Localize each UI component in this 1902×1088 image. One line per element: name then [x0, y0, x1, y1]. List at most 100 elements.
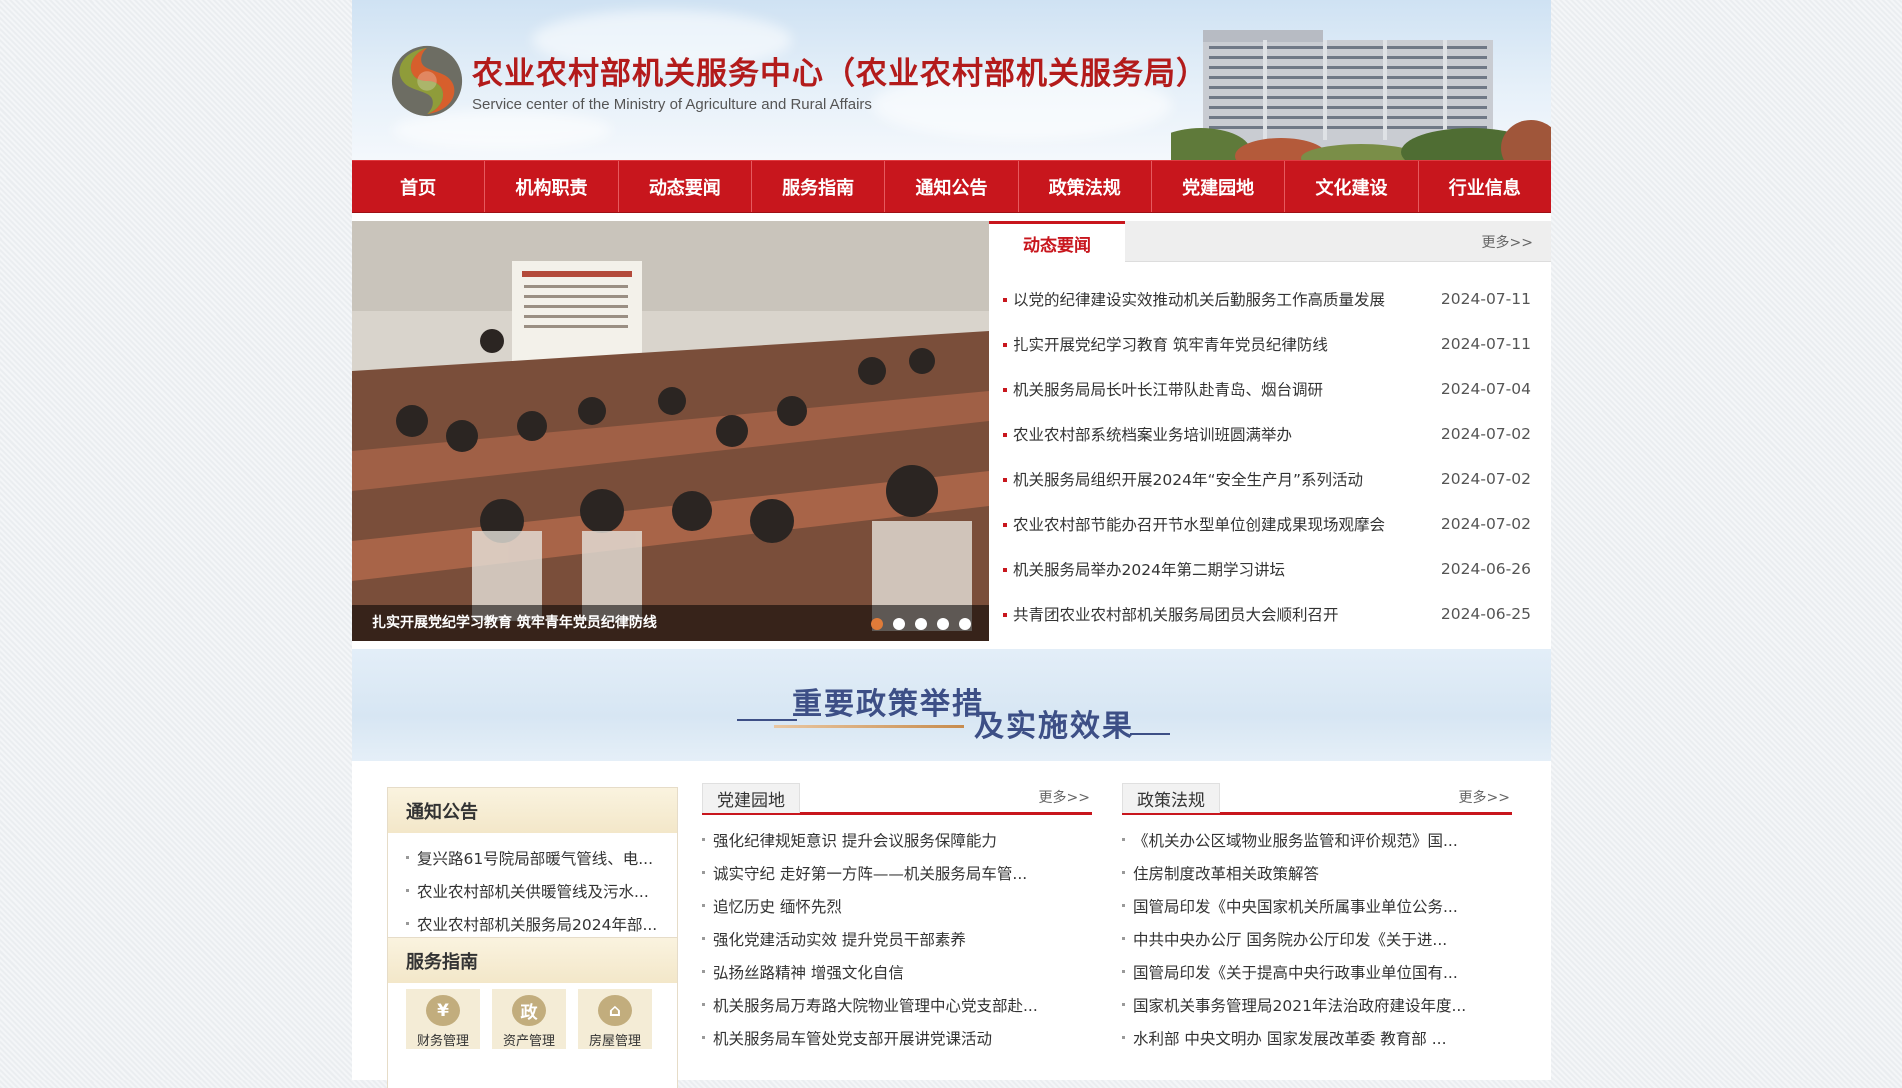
news-title-link[interactable]: 农业农村部系统档案业务培训班圆满举办: [1003, 423, 1292, 445]
slider-dots: [871, 618, 971, 630]
policy-more-link[interactable]: 更多>>: [1459, 787, 1510, 807]
news-header: 动态要闻 更多>>: [989, 221, 1551, 262]
site-subtitle: Service center of the Ministry of Agricu…: [472, 96, 872, 113]
news-item: 扎实开展党纪学习教育 筑牢青年党员纪律防线 2024-07-11: [1003, 321, 1531, 366]
service-label: 资产管理: [502, 1034, 555, 1049]
party-column: 党建园地 更多>> 强化纪律规矩意识 提升会议服务保障能力 诚实守纪 走好第一方阵…: [702, 781, 1092, 1054]
news-item: 以党的纪律建设实效推动机关后勤服务工作高质量发展 2024-07-11: [1003, 276, 1531, 321]
nav-item-industry[interactable]: 行业信息: [1419, 161, 1551, 212]
slider-dot[interactable]: [893, 618, 905, 630]
site-header: 农业农村部机关服务中心（农业农村部机关服务局） Service center o…: [352, 0, 1551, 160]
news-item: 机关服务局举办2024年第二期学习讲坛 2024-06-26: [1003, 546, 1531, 591]
photo-slider[interactable]: 扎实开展党纪学习教育 筑牢青年党员纪律防线: [352, 221, 989, 641]
policy-item-link[interactable]: 水利部 中央文明办 国家发展改革委 教育部 ...: [1122, 1021, 1512, 1054]
news-title-link[interactable]: 机关服务局局长叶长江带队赴青岛、烟台调研: [1003, 378, 1323, 400]
site-title: 农业农村部机关服务中心（农业农村部机关服务局）: [472, 56, 1208, 92]
banner-title-2: 及实施效果: [974, 709, 1134, 744]
service-item[interactable]: ¥ 财务管理: [406, 989, 480, 1049]
news-title-link[interactable]: 机关服务局举办2024年第二期学习讲坛: [1003, 558, 1285, 580]
house-icon: ⌂: [598, 995, 632, 1026]
banner-rule-left: [737, 719, 797, 721]
news-title-link[interactable]: 扎实开展党纪学习教育 筑牢青年党员纪律防线: [1003, 333, 1328, 355]
nav-item-news[interactable]: 动态要闻: [619, 161, 752, 212]
party-item-link[interactable]: 强化纪律规矩意识 提升会议服务保障能力: [702, 823, 1092, 856]
nav-item-culture[interactable]: 文化建设: [1285, 161, 1419, 212]
policy-banner[interactable]: 重要政策举措 及实施效果: [352, 649, 1551, 761]
notice-item-link[interactable]: 农业农村部机关供暖管线及污水...: [406, 874, 663, 907]
news-item: 农业农村部系统档案业务培训班圆满举办 2024-07-02: [1003, 411, 1531, 456]
policy-item-link[interactable]: 中共中央办公厅 国务院办公厅印发《关于进...: [1122, 922, 1512, 955]
banner-accent: [774, 725, 964, 728]
yen-icon: ¥: [426, 995, 460, 1026]
news-date: 2024-07-02: [1440, 514, 1531, 533]
news-item: 机关服务局组织开展2024年“安全生产月”系列活动 2024-07-02: [1003, 456, 1531, 501]
service-list: ¥ 财务管理 政资产管理 ⌂ 房屋管理: [388, 983, 677, 1049]
notice-title: 通知公告: [388, 788, 677, 833]
news-title-link[interactable]: 共青团农业农村部机关服务局团员大会顺利召开: [1003, 603, 1339, 625]
nav-item-home[interactable]: 首页: [352, 161, 486, 212]
party-item-link[interactable]: 追忆历史 缅怀先烈: [702, 889, 1092, 922]
service-item[interactable]: 政资产管理: [492, 989, 566, 1049]
news-title-link[interactable]: 农业农村部节能办召开节水型单位创建成果现场观摩会: [1003, 513, 1385, 535]
slide-photo: [352, 221, 989, 641]
service-title: 服务指南: [388, 938, 677, 983]
party-item-link[interactable]: 诚实守纪 走好第一方阵——机关服务局车管...: [702, 856, 1092, 889]
news-date: 2024-07-11: [1440, 334, 1531, 353]
news-date: 2024-07-04: [1440, 379, 1531, 398]
policy-item-link[interactable]: 国管局印发《关于提高中央行政事业单位国有...: [1122, 955, 1512, 988]
party-tab[interactable]: 党建园地: [702, 783, 800, 813]
main-nav: 首页 机构职责 动态要闻 服务指南 通知公告 政策法规 党建园地 文化建设 行业…: [352, 160, 1551, 213]
slider-dot[interactable]: [937, 618, 949, 630]
notice-item-link[interactable]: 复兴路61号院局部暖气管线、电...: [406, 841, 663, 874]
policy-item-link[interactable]: 住房制度改革相关政策解答: [1122, 856, 1512, 889]
news-title-link[interactable]: 以党的纪律建设实效推动机关后勤服务工作高质量发展: [1003, 288, 1385, 310]
policy-list: 《机关办公区域物业服务监管和评价规范》国... 住房制度改革相关政策解答 国管局印发…: [1122, 815, 1512, 1054]
news-list: 以党的纪律建设实效推动机关后勤服务工作高质量发展 2024-07-11 扎实开展党纪…: [989, 262, 1551, 636]
service-box: 服务指南 ¥ 财务管理 政资产管理 ⌂ 房屋管理: [387, 937, 678, 1088]
party-item-link[interactable]: 弘扬丝路精神 增强文化自信: [702, 955, 1092, 988]
policy-icon: 政: [512, 995, 546, 1026]
news-panel: 动态要闻 更多>> 以党的纪律建设实效推动机关后勤服务工作高质量发展 2024-0…: [989, 221, 1551, 641]
news-title-link[interactable]: 机关服务局组织开展2024年“安全生产月”系列活动: [1003, 468, 1363, 490]
slide-caption[interactable]: 扎实开展党纪学习教育 筑牢青年党员纪律防线: [372, 612, 657, 632]
notice-list: 复兴路61号院局部暖气管线、电... 农业农村部机关供暖管线及污水... 农业农村部…: [388, 833, 677, 946]
banner-title-1: 重要政策举措: [792, 687, 984, 722]
policy-tab[interactable]: 政策法规: [1122, 783, 1220, 813]
service-item[interactable]: ⌂ 房屋管理: [578, 989, 652, 1049]
policy-item-link[interactable]: 国管局印发《中央国家机关所属事业单位公务...: [1122, 889, 1512, 922]
news-item: 农业农村部节能办召开节水型单位创建成果现场观摩会 2024-07-02: [1003, 501, 1531, 546]
party-list: 强化纪律规矩意识 提升会议服务保障能力 诚实守纪 走好第一方阵——机关服务局车管.…: [702, 815, 1092, 1054]
news-date: 2024-07-02: [1440, 469, 1531, 488]
party-item-link[interactable]: 机关服务局车管处党支部开展讲党课活动: [702, 1021, 1092, 1054]
news-date: 2024-07-02: [1440, 424, 1531, 443]
policy-item-link[interactable]: 国家机关事务管理局2021年法治政府建设年度...: [1122, 988, 1512, 1021]
policy-item-link[interactable]: 《机关办公区域物业服务监管和评价规范》国...: [1122, 823, 1512, 856]
nav-item-guide[interactable]: 服务指南: [752, 161, 886, 212]
slider-dot[interactable]: [915, 618, 927, 630]
policy-header: 政策法规 更多>>: [1122, 781, 1512, 815]
top-section: 扎实开展党纪学习教育 筑牢青年党员纪律防线 动态要闻 更多>> 以党的纪律建设实…: [352, 221, 1551, 657]
party-item-link[interactable]: 机关服务局万寿路大院物业管理中心党支部赴...: [702, 988, 1092, 1021]
news-tab[interactable]: 动态要闻: [989, 221, 1125, 262]
party-item-link[interactable]: 强化党建活动实效 提升党员干部素养: [702, 922, 1092, 955]
bottom-section: 通知公告 复兴路61号院局部暖气管线、电... 农业农村部机关供暖管线及污水...…: [352, 761, 1551, 1088]
page: 农业农村部机关服务中心（农业农村部机关服务局） Service center o…: [352, 0, 1551, 1088]
news-date: 2024-06-26: [1440, 559, 1531, 578]
policy-column: 政策法规 更多>> 《机关办公区域物业服务监管和评价规范》国... 住房制度改革相…: [1122, 781, 1512, 1054]
notice-box: 通知公告 复兴路61号院局部暖气管线、电... 农业农村部机关供暖管线及污水...…: [387, 787, 678, 947]
news-date: 2024-07-11: [1440, 289, 1531, 308]
slider-dot[interactable]: [959, 618, 971, 630]
site-logo[interactable]: [388, 42, 466, 120]
notice-item-link[interactable]: 农业农村部机关服务局2024年部...: [406, 907, 663, 940]
service-label: 财务管理: [416, 1034, 469, 1049]
slider-dot[interactable]: [871, 618, 883, 630]
nav-item-notice[interactable]: 通知公告: [885, 161, 1019, 212]
news-more-link[interactable]: 更多>>: [1482, 232, 1533, 252]
nav-item-org[interactable]: 机构职责: [485, 161, 619, 212]
nav-item-party[interactable]: 党建园地: [1152, 161, 1286, 212]
party-header: 党建园地 更多>>: [702, 781, 1092, 815]
news-date: 2024-06-25: [1440, 604, 1531, 623]
nav-item-policy[interactable]: 政策法规: [1019, 161, 1152, 212]
trees-image: [1171, 120, 1551, 160]
party-more-link[interactable]: 更多>>: [1039, 787, 1090, 807]
